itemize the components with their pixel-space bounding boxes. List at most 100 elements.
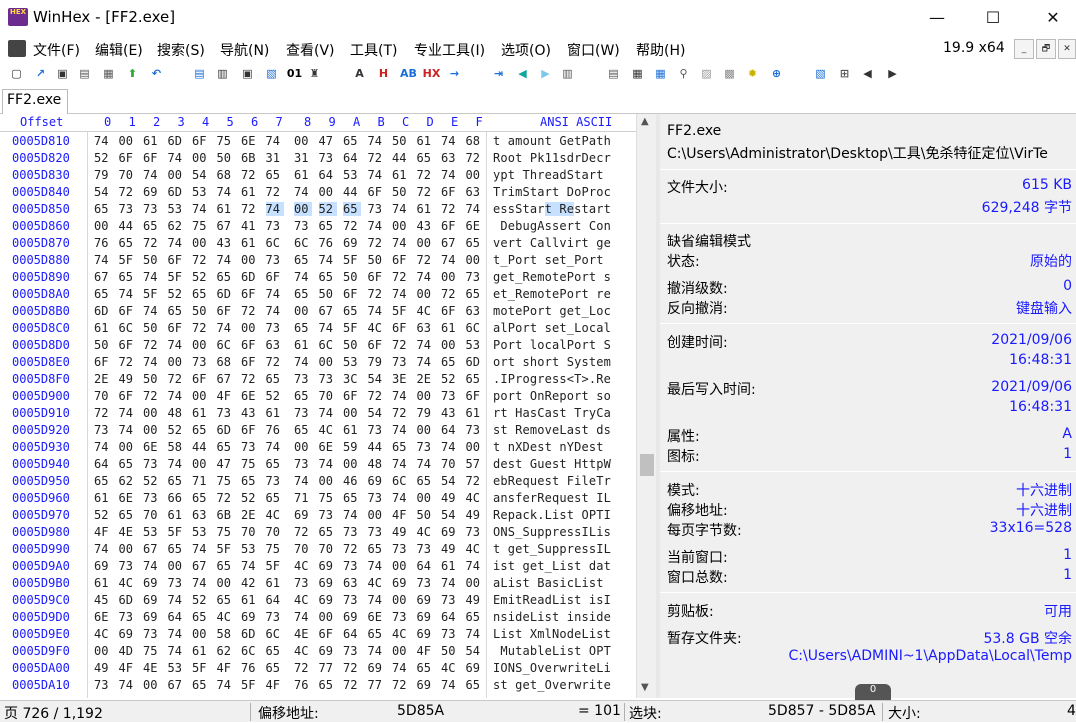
hex-byte[interactable]: 4C bbox=[392, 627, 410, 641]
hex-byte[interactable]: 77 bbox=[368, 678, 386, 692]
hex-row[interactable]: 0005D8E0 6F 72 74 00 73 68 6F 72 74 00 53 79 73 74 65 6D… bbox=[0, 355, 636, 372]
hex-byte[interactable]: 00 bbox=[417, 491, 435, 505]
hex-byte[interactable]: 65 bbox=[217, 593, 235, 607]
hex-byte[interactable]: 75 bbox=[192, 219, 210, 233]
hex-byte[interactable]: 74 bbox=[217, 185, 235, 199]
hex-byte[interactable]: 5F bbox=[392, 304, 410, 318]
hex-byte[interactable]: 4C bbox=[466, 491, 484, 505]
hex-byte[interactable]: 4C bbox=[417, 304, 435, 318]
hex-byte[interactable]: 73 bbox=[143, 627, 161, 641]
ansi-text[interactable]: st get_Overwrite bbox=[493, 678, 611, 692]
hex-byte[interactable]: 6B bbox=[241, 151, 259, 165]
hex-byte[interactable]: 61 bbox=[217, 202, 235, 216]
hex-byte[interactable]: 4C bbox=[368, 321, 386, 335]
hex-byte[interactable]: 69 bbox=[119, 627, 137, 641]
hex-byte[interactable]: 65 bbox=[294, 287, 312, 301]
hex-byte[interactable]: 65 bbox=[168, 474, 186, 488]
hex-byte[interactable]: 61 bbox=[192, 644, 210, 658]
hex-byte[interactable]: 72 bbox=[343, 219, 361, 233]
hex-byte[interactable]: 73 bbox=[392, 355, 410, 369]
hex-byte[interactable]: 65 bbox=[466, 287, 484, 301]
hex-byte[interactable]: 68 bbox=[466, 134, 484, 148]
hex-byte[interactable]: 6C bbox=[266, 627, 284, 641]
hex-byte[interactable]: 6F bbox=[168, 321, 186, 335]
hex-byte[interactable]: 65 bbox=[217, 440, 235, 454]
ansi-text[interactable]: ONS_SuppressILis bbox=[493, 525, 611, 539]
hex-byte[interactable]: 65 bbox=[417, 151, 435, 165]
hex-byte[interactable]: 65 bbox=[319, 270, 337, 284]
hex-byte[interactable]: 65 bbox=[392, 440, 410, 454]
hex-byte[interactable]: 62 bbox=[217, 644, 235, 658]
hex-byte[interactable]: 64 bbox=[343, 151, 361, 165]
hex-byte[interactable]: 6F bbox=[241, 338, 259, 352]
hex-byte[interactable]: 00 bbox=[294, 440, 312, 454]
hex-byte[interactable]: 61 bbox=[294, 168, 312, 182]
hex-byte[interactable]: 74 bbox=[168, 593, 186, 607]
replace-hex-icon[interactable]: HX bbox=[423, 65, 441, 82]
hex-byte[interactable]: 52 bbox=[192, 593, 210, 607]
hex-byte[interactable]: 00 bbox=[417, 287, 435, 301]
hex-byte[interactable]: 74 bbox=[392, 661, 410, 675]
hex-byte[interactable]: 72 bbox=[417, 253, 435, 267]
hex-byte[interactable]: 6D bbox=[241, 270, 259, 284]
hex-byte[interactable]: 54 bbox=[94, 185, 112, 199]
hex-byte[interactable]: 49 bbox=[441, 542, 459, 556]
menu-view[interactable]: 查看(V) bbox=[286, 40, 335, 60]
hex-byte[interactable]: 74 bbox=[417, 355, 435, 369]
ansi-text[interactable]: alPort set_Local bbox=[493, 321, 611, 335]
hex-row[interactable]: 0005D900 70 6F 72 74 00 4F 6E 52 65 70 6F 72 74 00 73 6F… bbox=[0, 389, 636, 406]
hex-byte[interactable]: 00 bbox=[368, 508, 386, 522]
hex-byte[interactable]: 74 bbox=[143, 270, 161, 284]
hex-byte[interactable]: 67 bbox=[319, 304, 337, 318]
ansi-text[interactable]: t amount GetPath bbox=[493, 134, 611, 148]
hex-byte[interactable]: 65 bbox=[343, 134, 361, 148]
hex-byte[interactable]: 73 bbox=[294, 406, 312, 420]
hex-byte[interactable]: 00 bbox=[417, 389, 435, 403]
hex-byte[interactable]: 54 bbox=[368, 406, 386, 420]
hex-byte[interactable]: 00 bbox=[319, 185, 337, 199]
hex-row[interactable]: 0005D890 67 65 74 5F 52 65 6D 6F 74 65 50 6F 72 74 00 73… bbox=[0, 270, 636, 287]
hex-byte[interactable]: 00 bbox=[441, 338, 459, 352]
hex-byte[interactable]: 4F bbox=[266, 678, 284, 692]
hex-byte[interactable]: 69 bbox=[392, 576, 410, 590]
hex-byte[interactable]: 61 bbox=[392, 168, 410, 182]
ansi-text[interactable]: List XmlNodeList bbox=[493, 627, 611, 641]
hex-byte[interactable]: 00 bbox=[192, 338, 210, 352]
hex-byte[interactable]: 52 bbox=[192, 270, 210, 284]
maximize-button[interactable]: ☐ bbox=[970, 0, 1016, 34]
hex-byte[interactable]: 6E bbox=[466, 219, 484, 233]
hex-byte[interactable]: 50 bbox=[441, 644, 459, 658]
hex-byte[interactable]: 74 bbox=[168, 236, 186, 250]
hex-byte[interactable]: 6E bbox=[94, 610, 112, 624]
sidebar-icon[interactable]: ▧ bbox=[812, 65, 829, 82]
ansi-text[interactable]: rt HasCast TryCa bbox=[493, 406, 611, 420]
hex-byte[interactable]: 65 bbox=[319, 219, 337, 233]
hex-byte[interactable]: 72 bbox=[266, 185, 284, 199]
hex-byte[interactable]: 6F bbox=[368, 185, 386, 199]
hex-byte[interactable]: 73 bbox=[441, 389, 459, 403]
hex-byte[interactable]: 69 bbox=[319, 593, 337, 607]
hex-byte[interactable]: 65 bbox=[192, 287, 210, 301]
hex-byte[interactable]: 3C bbox=[343, 372, 361, 386]
hex-byte[interactable]: 74 bbox=[466, 627, 484, 641]
hex-byte[interactable]: 76 bbox=[294, 678, 312, 692]
hex-byte[interactable]: 74 bbox=[294, 185, 312, 199]
hex-byte[interactable]: 00 bbox=[466, 576, 484, 590]
hex-byte[interactable]: 65 bbox=[343, 491, 361, 505]
hex-byte[interactable]: 72 bbox=[466, 474, 484, 488]
mdi-close-button[interactable]: ✕ bbox=[1058, 39, 1076, 59]
find-hex-icon[interactable]: H bbox=[375, 65, 392, 82]
hex-byte[interactable]: 64 bbox=[319, 168, 337, 182]
hex-byte[interactable]: 63 bbox=[266, 338, 284, 352]
copy-icon[interactable]: ▤ bbox=[191, 65, 208, 82]
hex-byte[interactable]: 72 bbox=[143, 389, 161, 403]
hex-byte[interactable]: 74 bbox=[266, 440, 284, 454]
hex-byte[interactable]: 74 bbox=[466, 202, 484, 216]
ansi-text[interactable]: EmitReadList isI bbox=[493, 593, 611, 607]
hex-byte[interactable]: 70 bbox=[319, 542, 337, 556]
hex-byte[interactable]: 5F bbox=[143, 287, 161, 301]
ansi-text[interactable]: motePort get_Loc bbox=[493, 304, 611, 318]
hex-byte[interactable]: 50 bbox=[143, 372, 161, 386]
hex-byte[interactable]: 73 bbox=[94, 423, 112, 437]
mdi-minimize-button[interactable]: _ bbox=[1014, 39, 1034, 59]
